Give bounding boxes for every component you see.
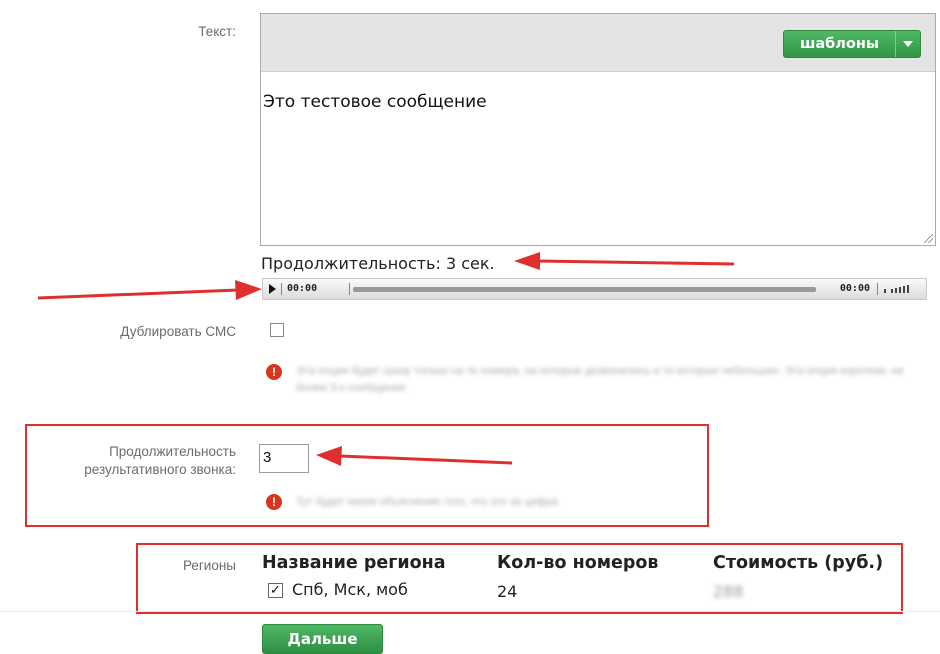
editor-toolbar: шаблоны [261, 14, 935, 72]
result-call-hint: Тут будет некое объяснение того, что это… [296, 496, 558, 508]
warning-icon: ! [266, 364, 282, 380]
region-checkbox[interactable]: ✓ [268, 583, 283, 598]
play-icon[interactable] [269, 284, 276, 294]
region-count: 24 [497, 582, 518, 601]
divider [0, 611, 940, 612]
duration-text: Продолжительность: 3 сек. [261, 254, 495, 273]
resize-grip-icon[interactable] [924, 234, 933, 243]
result-call-label-line1: Продолжительность [109, 444, 236, 459]
result-call-duration-input[interactable]: 3 [259, 444, 309, 473]
current-time: 00:00 [287, 283, 318, 294]
templates-dropdown-toggle[interactable] [895, 31, 920, 57]
templates-button-label: шаблоны [799, 36, 880, 52]
templates-button[interactable]: шаблоны [783, 30, 921, 58]
player-divider [349, 283, 350, 295]
message-text[interactable]: Это тестовое сообщение [263, 92, 487, 112]
audio-player: 00:00 00:00 [262, 278, 927, 300]
seek-bar[interactable] [353, 287, 816, 292]
annotation-arrow-input [316, 446, 513, 466]
total-time: 00:00 [839, 283, 870, 294]
player-divider [281, 283, 282, 295]
duplicate-sms-hint: Эта опция будет сразу только на те номер… [296, 365, 904, 394]
message-editor[interactable]: шаблоны Это тестовое сообщение [260, 13, 936, 246]
volume-icon[interactable] [882, 283, 912, 295]
region-cost: 288 [713, 582, 744, 601]
annotation-arrow-duration [514, 252, 735, 270]
annotation-arrow-player [38, 280, 262, 300]
chevron-down-icon [903, 41, 913, 47]
duplicate-sms-checkbox[interactable] [270, 323, 284, 337]
duplicate-sms-label: Дублировать СМС [120, 324, 236, 339]
header-region-name: Название региона [262, 553, 446, 573]
warning-icon: ! [266, 494, 282, 510]
header-cost: Стоимость (руб.) [713, 553, 884, 573]
regions-label: Регионы [182, 558, 236, 573]
header-number-count: Кол-во номеров [497, 553, 659, 573]
text-label: Текст: [198, 24, 236, 39]
result-call-label: Продолжительность результативного звонка… [40, 443, 236, 479]
region-name: Спб, Мск, моб [292, 580, 408, 599]
player-divider [877, 283, 878, 295]
result-call-label-line2: результативного звонка: [84, 462, 236, 477]
